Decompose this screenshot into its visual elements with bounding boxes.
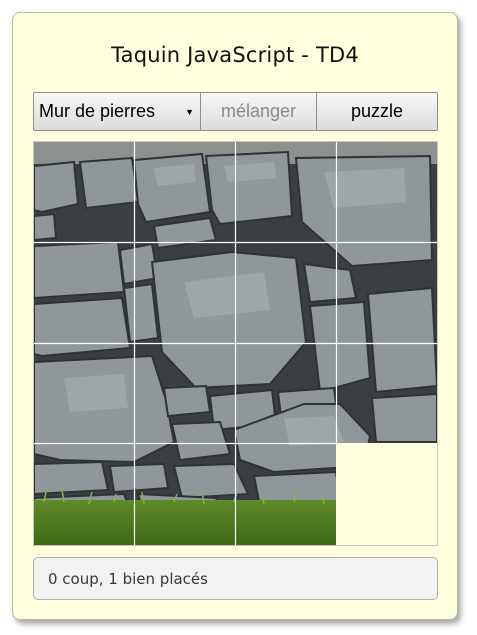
puzzle-button-label: puzzle — [350, 101, 404, 121]
status-text: 0 coup, 1 bien placés — [48, 569, 208, 588]
puzzle-board — [33, 141, 438, 546]
image-select[interactable]: Mur de pierres ▼ — [33, 92, 201, 131]
toolbar: Mur de pierres ▼ mélanger puzzle — [33, 92, 438, 131]
image-select-value: Mur de pierres — [39, 101, 156, 121]
puzzle-button[interactable]: puzzle — [316, 92, 438, 131]
shuffle-button-label: mélanger — [220, 101, 297, 121]
empty-tile — [336, 443, 437, 545]
dropdown-arrow-icon: ▼ — [185, 107, 194, 117]
taquin-panel: Taquin JavaScript - TD4 Mur de pierres ▼… — [12, 12, 458, 620]
page-title: Taquin JavaScript - TD4 — [111, 43, 359, 67]
status-bar: 0 coup, 1 bien placés — [33, 557, 438, 600]
stone-wall-image — [34, 142, 437, 545]
shuffle-button[interactable]: mélanger — [200, 92, 317, 131]
